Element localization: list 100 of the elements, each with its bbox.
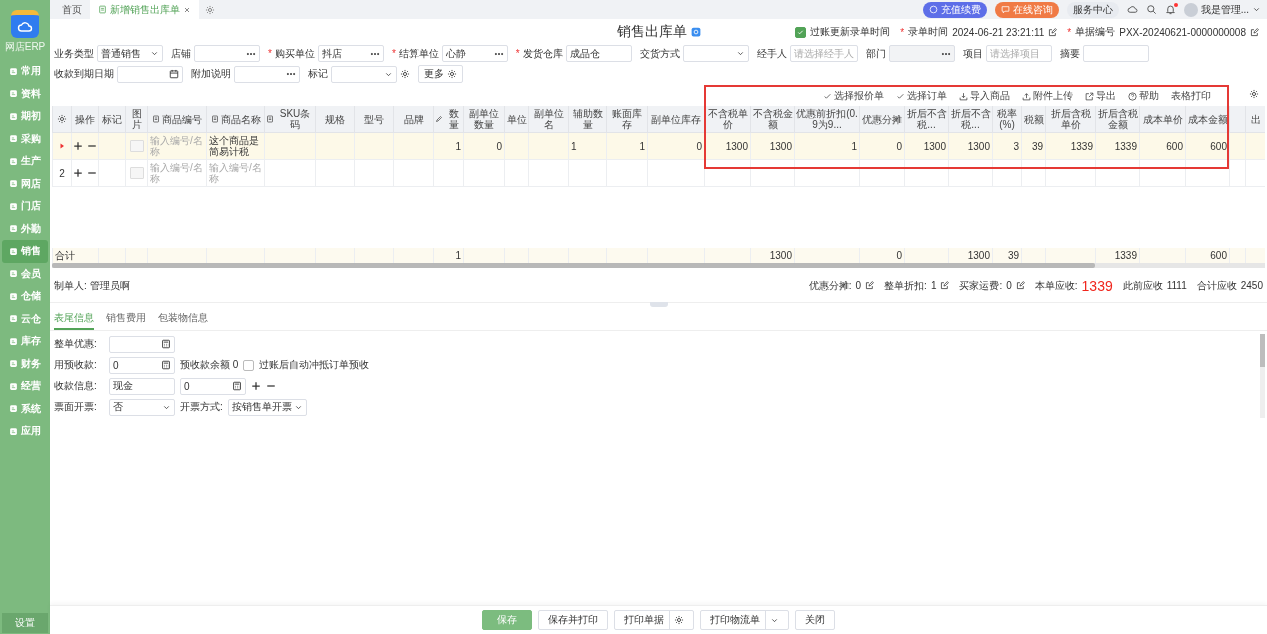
module-icon bbox=[9, 269, 18, 279]
column-header[interactable]: 账面库存 bbox=[608, 108, 646, 130]
date-field[interactable] bbox=[117, 65, 183, 83]
service-center-button[interactable]: 服务中心 bbox=[1066, 1, 1119, 18]
toolbar-button[interactable]: 导出 bbox=[1085, 89, 1116, 103]
column-header[interactable]: 成本金额 bbox=[1187, 113, 1228, 125]
toolbar-button[interactable]: 导入商品 bbox=[959, 89, 1010, 103]
text-field[interactable] bbox=[1082, 45, 1149, 62]
column-header[interactable]: SKU条码 bbox=[276, 108, 314, 130]
table-cell: 1300 bbox=[967, 140, 990, 152]
column-header[interactable]: 出 bbox=[1250, 113, 1261, 125]
checkbox[interactable] bbox=[795, 26, 807, 38]
add-button[interactable] bbox=[251, 381, 261, 391]
footer-button[interactable]: 打印单据 bbox=[614, 610, 694, 630]
column-header[interactable]: 优惠前折扣(0.9为9... bbox=[796, 108, 858, 130]
column-header[interactable]: 图片 bbox=[127, 108, 146, 130]
collapse-handle[interactable] bbox=[649, 301, 668, 307]
text-field[interactable]: 现金 bbox=[109, 377, 175, 395]
footer-button[interactable]: 保存并打印 bbox=[538, 610, 608, 630]
select-field[interactable]: 否 bbox=[109, 398, 175, 416]
table-row[interactable]: 2 输入编号/名称 输入编号/名称 bbox=[52, 160, 1265, 187]
toolbar-button[interactable]: 帮助 bbox=[1128, 89, 1159, 103]
column-header[interactable]: 副单位数量 bbox=[465, 108, 503, 130]
module-icon bbox=[9, 381, 18, 391]
add-row-button[interactable] bbox=[73, 141, 83, 151]
edit-icon bbox=[1048, 27, 1058, 37]
module-icon bbox=[9, 134, 18, 144]
select-field[interactable] bbox=[682, 45, 749, 62]
image-placeholder-icon[interactable] bbox=[129, 167, 144, 179]
form-label: 整单优惠: bbox=[54, 337, 98, 351]
select-field[interactable] bbox=[331, 65, 397, 83]
select-field[interactable]: 普通销售 bbox=[97, 45, 163, 62]
column-header[interactable]: 折后含税单价 bbox=[1047, 108, 1094, 130]
picker-field[interactable] bbox=[234, 65, 300, 83]
total-cell: 1 bbox=[455, 249, 461, 261]
field-label: 摘要 bbox=[1059, 46, 1080, 61]
column-header[interactable]: 规格 bbox=[325, 113, 345, 125]
toolbar-button[interactable]: 选择订单 bbox=[896, 89, 947, 103]
detail-tab[interactable]: 销售费用 bbox=[106, 308, 146, 330]
column-header[interactable]: 折后不含税... bbox=[950, 108, 991, 130]
user-name[interactable]: 我是管理... bbox=[1200, 2, 1249, 17]
number-field[interactable] bbox=[109, 335, 175, 353]
notifications-button[interactable] bbox=[1164, 4, 1176, 15]
column-header[interactable]: 品牌 bbox=[403, 113, 424, 125]
table-row[interactable]: 输入编号/名称 这个商品是简易计税 1 0 1 1 0 1300 1300 1 0 1300 1300 3 39 1339 1339 600 600 bbox=[52, 133, 1265, 160]
coin-icon bbox=[928, 5, 938, 14]
picker-field[interactable] bbox=[194, 45, 260, 62]
number-field[interactable]: 0 bbox=[109, 356, 175, 374]
toolbar-button[interactable]: 表格打印 bbox=[1171, 89, 1211, 103]
column-header[interactable]: 折后不含税... bbox=[906, 108, 947, 130]
image-placeholder-icon[interactable] bbox=[129, 140, 144, 152]
summary-label: 整单折扣: bbox=[884, 278, 927, 293]
column-header[interactable]: 优惠分摊 bbox=[862, 113, 902, 125]
avatar[interactable] bbox=[1183, 2, 1198, 17]
column-header[interactable]: 辅助数量 bbox=[570, 108, 605, 130]
column-header[interactable]: 标记 bbox=[102, 113, 122, 125]
column-header[interactable]: 成本单价 bbox=[1142, 113, 1183, 125]
more-button[interactable]: 更多 bbox=[418, 65, 463, 83]
column-header[interactable]: 副单位名 bbox=[530, 108, 567, 130]
column-header[interactable]: 商品名称 bbox=[220, 113, 261, 125]
number-field[interactable]: 0 bbox=[180, 377, 246, 395]
summary-label: 买家运费: bbox=[959, 278, 1003, 293]
vertical-scrollbar[interactable] bbox=[1260, 333, 1265, 418]
horizontal-scrollbar[interactable] bbox=[52, 262, 1265, 268]
table-cell: 1300 bbox=[725, 140, 748, 152]
column-header[interactable]: 折后含税金额 bbox=[1097, 108, 1138, 130]
detail-tab[interactable]: 包装物信息 bbox=[158, 308, 208, 330]
text-field[interactable]: 成品仓 bbox=[565, 45, 632, 62]
column-header[interactable]: 税率(%) bbox=[994, 108, 1020, 130]
column-header[interactable]: 型号 bbox=[364, 113, 384, 125]
recharge-button[interactable]: 充值续费 bbox=[922, 1, 987, 18]
table-cell: 1300 bbox=[923, 140, 946, 152]
column-header[interactable]: 不含税单价 bbox=[706, 108, 749, 130]
select-field[interactable]: 按销售单开票 bbox=[227, 398, 307, 416]
toolbar-button[interactable]: 选择报价单 bbox=[823, 89, 884, 103]
column-header[interactable]: 商品编号 bbox=[162, 113, 202, 125]
column-header[interactable]: 副单位库存 bbox=[651, 113, 701, 125]
total-cell: 1339 bbox=[1114, 249, 1137, 261]
summary-value: 0 bbox=[855, 280, 862, 291]
module-icon bbox=[9, 156, 18, 166]
meta-label: 单据编号 bbox=[1075, 25, 1116, 39]
page-tab[interactable]: 首页 bbox=[54, 0, 90, 19]
checkbox[interactable] bbox=[243, 359, 255, 371]
column-header[interactable]: 不含税金额 bbox=[752, 108, 793, 130]
footer-button[interactable]: 关闭 bbox=[795, 610, 835, 630]
required-mark: * bbox=[515, 48, 520, 59]
column-header[interactable]: 操作 bbox=[75, 113, 95, 125]
footer-button[interactable]: 打印物流单 bbox=[700, 610, 789, 630]
field-label: 部门 bbox=[865, 46, 886, 61]
picker-field[interactable]: 心静 bbox=[441, 45, 508, 62]
module-icon bbox=[9, 179, 18, 189]
column-header[interactable]: 单位 bbox=[506, 113, 527, 125]
logo-caption: 网店ERP bbox=[4, 40, 46, 54]
field-label: 购买单位 bbox=[274, 46, 315, 61]
toolbar-button[interactable]: 附件上传 bbox=[1022, 89, 1073, 103]
total-cell: 1300 bbox=[769, 249, 792, 261]
add-row-button[interactable] bbox=[73, 168, 83, 178]
picker-field[interactable]: 抖店 bbox=[317, 45, 384, 62]
column-header[interactable]: 税额 bbox=[1023, 113, 1044, 125]
column-header[interactable]: 数量 bbox=[445, 108, 462, 130]
